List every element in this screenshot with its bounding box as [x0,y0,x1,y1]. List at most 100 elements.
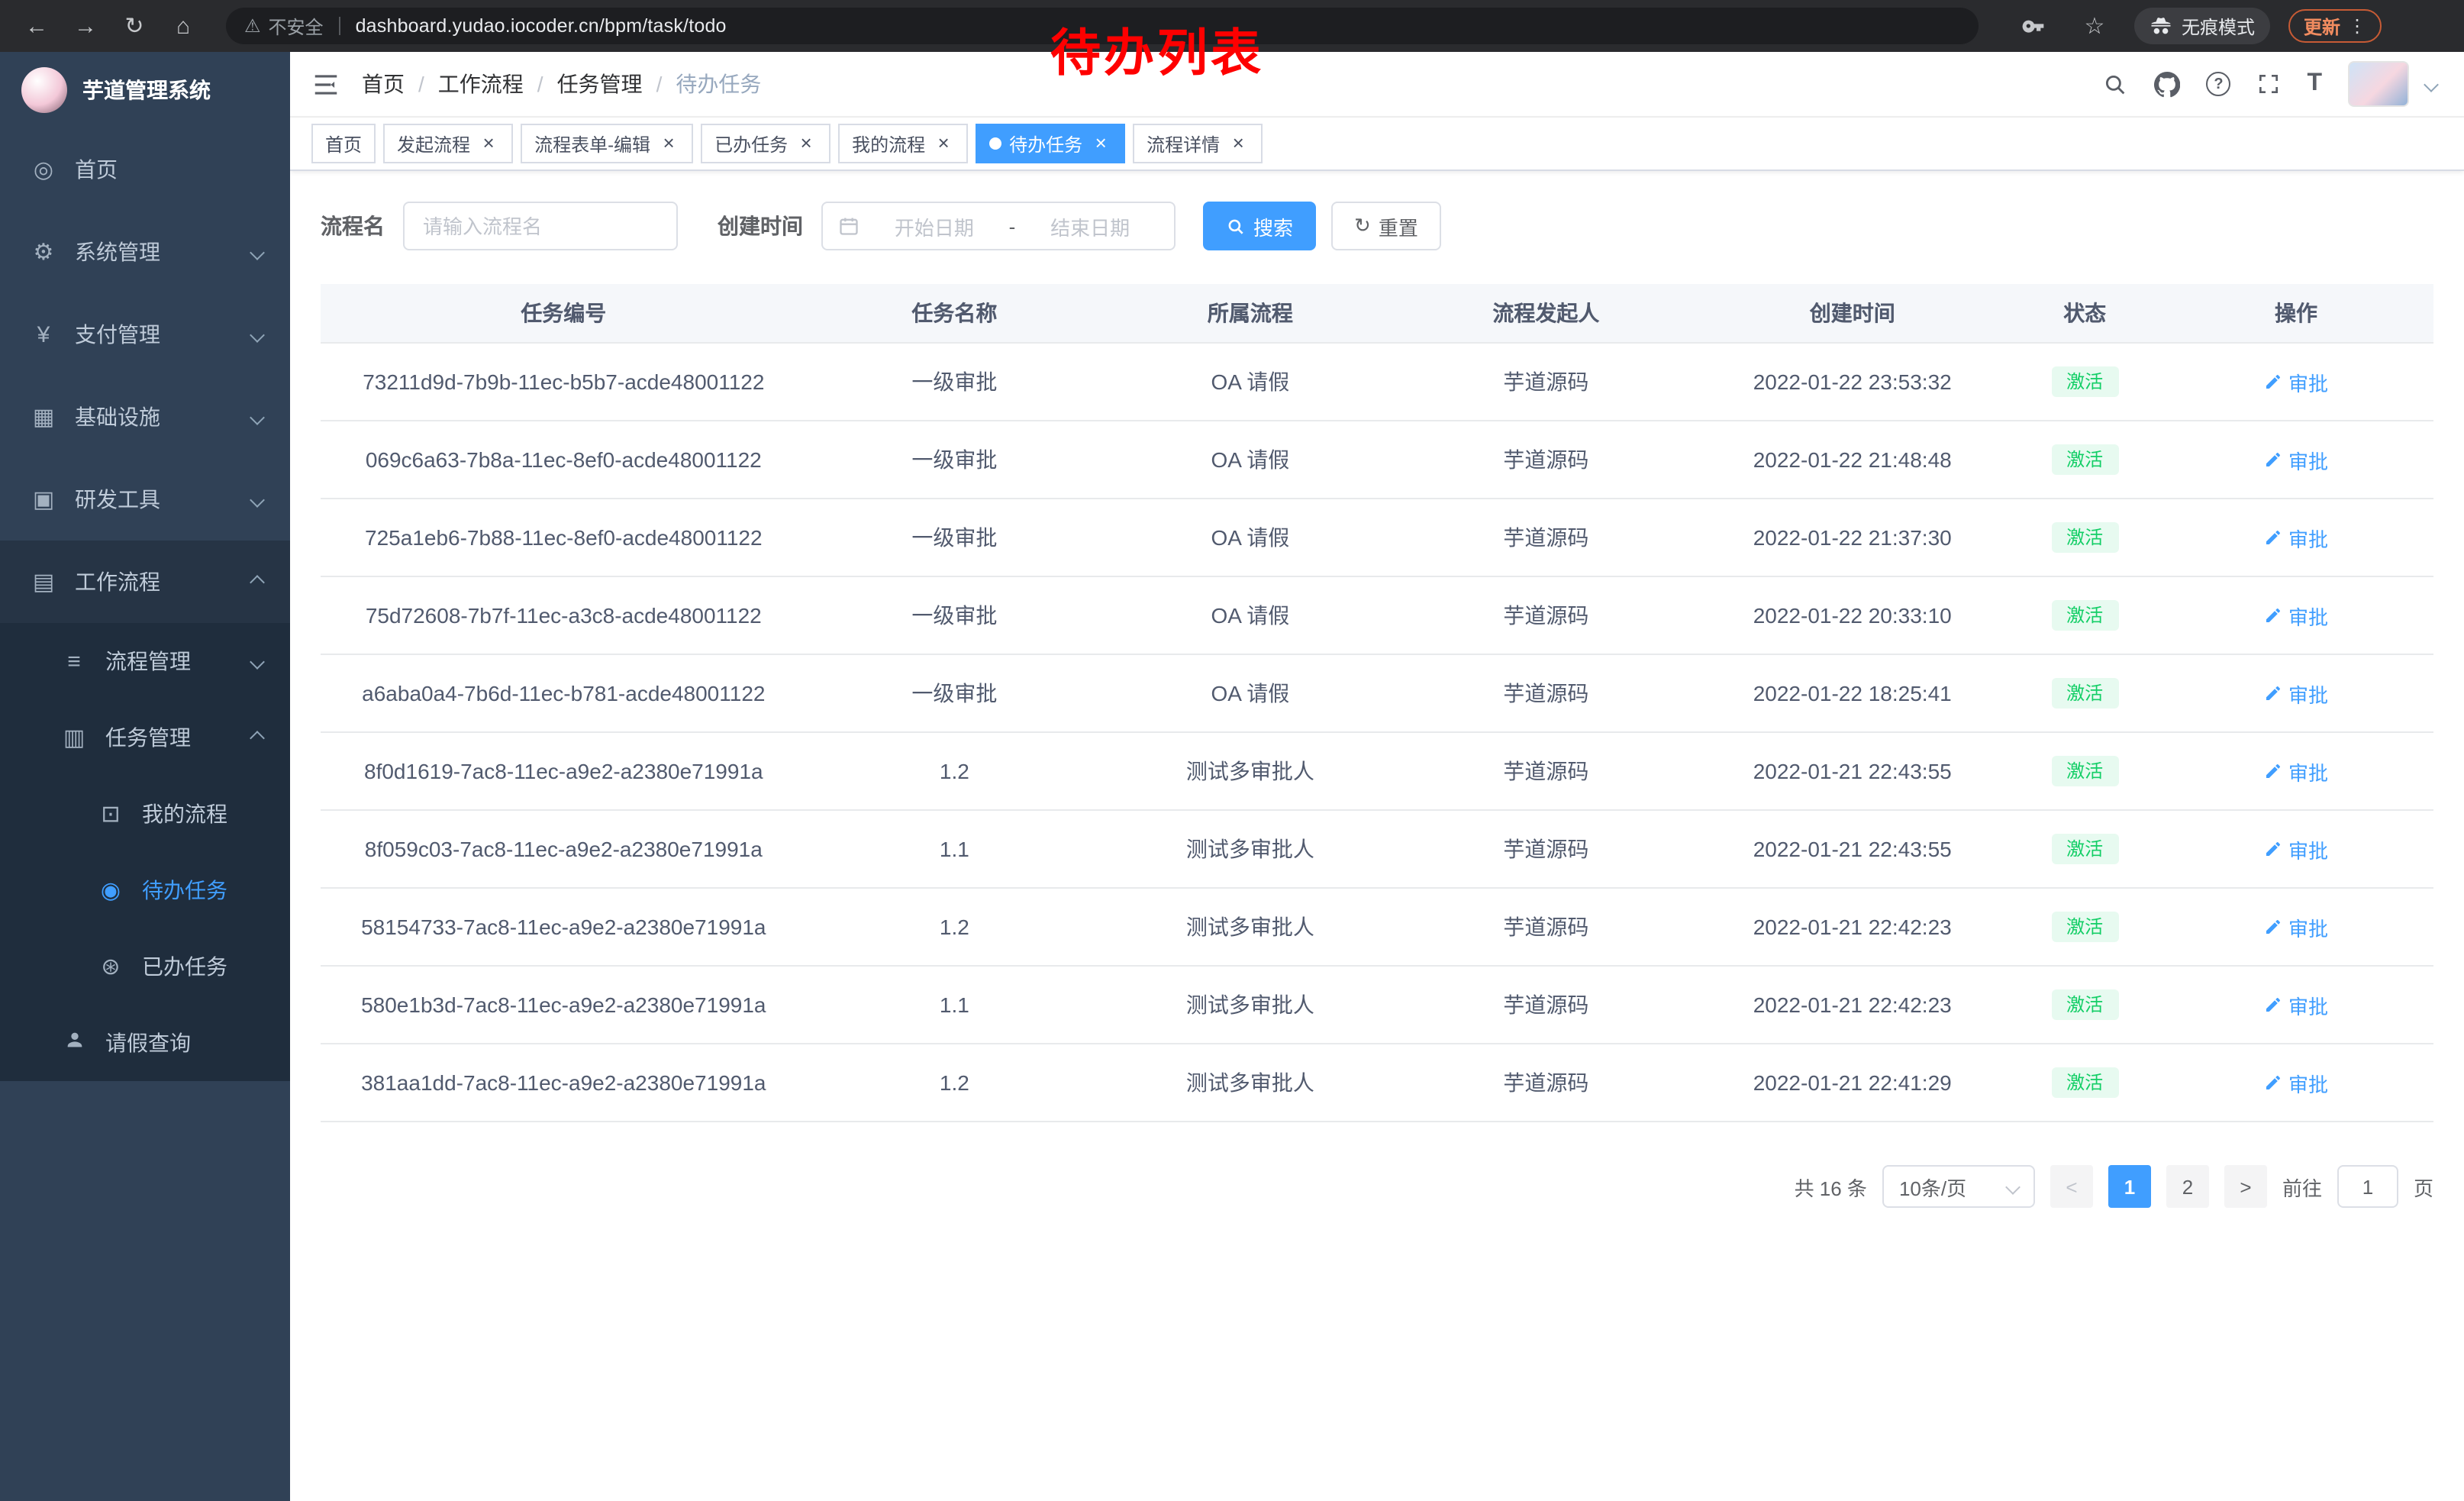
table-row: a6aba0a4-7b6d-11ec-b781-acde48001122 一级审… [321,654,2433,732]
created-cell: 2022-01-21 22:41:29 [1694,1044,2011,1122]
back-icon[interactable]: ← [15,5,58,47]
browser-update-button[interactable]: 更新 ⋮ [2288,9,2382,43]
bookmark-star-icon[interactable]: ☆ [2073,5,2116,47]
url-text[interactable]: dashboard.yudao.iocoder.cn/bpm/task/todo [356,15,727,37]
table-row: 8f059c03-7ac8-11ec-a9e2-a2380e71991a 1.1… [321,810,2433,888]
sidebar-item-process-mgmt[interactable]: ≡ 流程管理 [0,623,290,699]
caret-down-icon[interactable] [2424,76,2439,92]
task-id-cell: 725a1eb6-7b88-11ec-8ef0-acde48001122 [321,499,807,576]
sidebar-item-my-process[interactable]: ⊡ 我的流程 [0,776,290,852]
approve-link[interactable]: 审批 [2264,445,2328,474]
goto-page-input[interactable] [2337,1165,2398,1208]
close-icon[interactable]: × [1090,133,1111,154]
approve-link[interactable]: 审批 [2264,912,2328,941]
view-tab[interactable]: 流程表单-编辑 × [521,124,693,163]
close-icon[interactable]: × [658,133,679,154]
approve-link[interactable]: 审批 [2264,834,2328,863]
sidebar-item-done-tasks[interactable]: ⊛ 已办任务 [0,928,290,1005]
close-icon[interactable]: × [795,133,817,154]
sidebar-item-todo-tasks[interactable]: ◉ 待办任务 [0,852,290,928]
github-icon[interactable] [2154,71,2180,97]
approve-link[interactable]: 审批 [2264,601,2328,630]
view-tab[interactable]: 我的流程 × [838,124,968,163]
action-cell: 审批 [2159,888,2433,966]
kebab-menu-icon[interactable]: ⋮ [2348,15,2366,37]
user-avatar[interactable] [2348,61,2409,107]
action-cell: 审批 [2159,421,2433,499]
approve-link[interactable]: 审批 [2264,757,2328,786]
search-icon[interactable] [2102,71,2128,97]
view-tab[interactable]: 待办任务 × [976,124,1125,163]
page-size-select[interactable]: 10条/页 [1882,1165,2035,1208]
hamburger-icon[interactable] [311,69,340,98]
col-initiator: 流程发起人 [1398,284,1695,343]
process-name-input[interactable] [403,202,678,250]
active-dot-icon [989,137,1001,150]
security-warning[interactable]: ⚠ 不安全 [244,13,324,39]
goto-label: 前往 [2282,1172,2322,1201]
pagination: 共 16 条 10条/页 < 1 2 > 前往 页 [321,1165,2433,1208]
sidebar-item-payment[interactable]: ¥ 支付管理 [0,293,290,376]
sidebar-item-workflow[interactable]: ▤ 工作流程 [0,541,290,623]
page-button-2[interactable]: 2 [2166,1165,2209,1208]
initiator-cell: 芋道源码 [1398,499,1695,576]
forward-icon[interactable]: → [64,5,107,47]
sidebar-item-devtools[interactable]: ▣ 研发工具 [0,458,290,541]
created-cell: 2022-01-21 22:42:23 [1694,966,2011,1044]
reset-icon: ↻ [1354,214,1371,238]
key-icon[interactable] [2012,5,2055,47]
font-size-icon[interactable]: T [2307,70,2322,98]
task-name-cell: 1.1 [807,810,1103,888]
sidebar-item-task-mgmt[interactable]: ▥ 任务管理 [0,699,290,776]
status-cell: 激活 [2011,732,2159,810]
page-button-1[interactable]: 1 [2108,1165,2151,1208]
task-table-body: 73211d9d-7b9b-11ec-b5b7-acde48001122 一级审… [321,343,2433,1122]
help-icon[interactable]: ? [2206,72,2230,96]
approve-link[interactable]: 审批 [2264,367,2328,396]
close-icon[interactable]: × [933,133,954,154]
sidebar-item-system[interactable]: ⚙ 系统管理 [0,211,290,293]
sidebar-item-home[interactable]: ◎ 首页 [0,128,290,211]
prev-page-button[interactable]: < [2050,1165,2093,1208]
refresh-icon[interactable]: ↻ [113,5,156,47]
dashboard-icon: ◎ [31,156,56,183]
search-button[interactable]: 搜索 [1203,202,1316,250]
next-page-button[interactable]: > [2224,1165,2267,1208]
table-row: 069c6a63-7b8a-11ec-8ef0-acde48001122 一级审… [321,421,2433,499]
approve-link[interactable]: 审批 [2264,679,2328,708]
status-cell: 激活 [2011,654,2159,732]
sidebar-item-leave-query[interactable]: 请假查询 [0,1005,290,1081]
action-cell: 审批 [2159,576,2433,654]
approve-link[interactable]: 审批 [2264,990,2328,1019]
incognito-badge: 无痕模式 [2134,8,2270,44]
tab-bar: 首页 发起流程 × 流程表单-编辑 × 已办任务 × 我的流程 × 待办任务 [290,118,2464,171]
view-tab[interactable]: 发起流程 × [383,124,513,163]
task-name-cell: 一级审批 [807,654,1103,732]
task-id-cell: a6aba0a4-7b6d-11ec-b781-acde48001122 [321,654,807,732]
sidebar-item-infrastructure[interactable]: ▦ 基础设施 [0,376,290,458]
close-icon[interactable]: × [478,133,499,154]
action-cell: 审批 [2159,654,2433,732]
page-content: 流程名 创建时间 开始日期 - 结束日期 搜索 ↻ 重置 [290,171,2464,1208]
view-tab[interactable]: 流程详情 × [1133,124,1263,163]
approve-link[interactable]: 审批 [2264,523,2328,552]
task-name-cell: 一级审批 [807,421,1103,499]
breadcrumb-home[interactable]: 首页 [362,69,405,99]
page-annotation: 待办列表 [1050,12,1264,86]
status-cell: 激活 [2011,499,2159,576]
approve-link[interactable]: 审批 [2264,1068,2328,1097]
view-tab[interactable]: 首页 [311,124,376,163]
view-tab[interactable]: 已办任务 × [701,124,830,163]
breadcrumb-workflow[interactable]: 工作流程 [438,69,524,99]
date-range-picker[interactable]: 开始日期 - 结束日期 [821,202,1176,250]
initiator-cell: 芋道源码 [1398,654,1695,732]
created-cell: 2022-01-22 18:25:41 [1694,654,2011,732]
task-id-cell: 58154733-7ac8-11ec-a9e2-a2380e71991a [321,888,807,966]
home-icon[interactable]: ⌂ [162,5,205,47]
close-icon[interactable]: × [1227,133,1249,154]
reset-button[interactable]: ↻ 重置 [1331,202,1441,250]
breadcrumb-task-mgmt[interactable]: 任务管理 [557,69,643,99]
created-cell: 2022-01-21 22:43:55 [1694,810,2011,888]
fullscreen-icon[interactable] [2256,72,2281,96]
app-logo[interactable]: 芋道管理系统 [0,52,290,128]
